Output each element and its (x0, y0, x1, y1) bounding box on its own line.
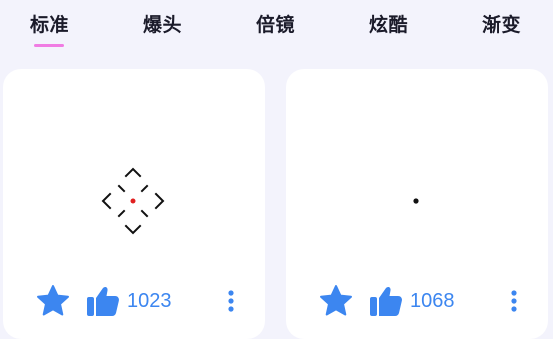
like-count: 1023 (127, 290, 172, 312)
favorite-button[interactable] (35, 283, 71, 319)
crosshair-dot-icon (413, 198, 419, 204)
tab-scope[interactable]: 倍镜 (256, 10, 295, 37)
more-vertical-icon (511, 290, 517, 312)
tab-headshot[interactable]: 爆头 (143, 10, 182, 37)
crosshair-card[interactable]: 1068 (286, 69, 548, 339)
more-vertical-icon (228, 290, 234, 312)
more-button[interactable] (502, 283, 526, 319)
star-icon (37, 285, 69, 316)
tab-cool[interactable]: 炫酷 (369, 10, 408, 37)
crosshair-diamond-icon (101, 167, 165, 235)
favorite-button[interactable] (318, 283, 354, 319)
card-actions: 1068 (286, 283, 548, 323)
more-button[interactable] (219, 283, 243, 319)
tab-standard[interactable]: 标准 (30, 10, 69, 37)
thumbs-up-icon (370, 286, 402, 316)
like-button[interactable] (368, 283, 404, 319)
crosshair-preview[interactable] (286, 69, 548, 279)
tab-gradient[interactable]: 渐变 (482, 10, 521, 37)
star-icon (320, 285, 352, 316)
thumbs-up-icon (87, 286, 119, 316)
tab-bar: 标准 爆头 倍镜 炫酷 渐变 (0, 0, 553, 52)
crosshair-card[interactable]: 1023 (3, 69, 265, 339)
card-actions: 1023 (3, 283, 265, 323)
like-button[interactable] (85, 283, 121, 319)
selected-tab-indicator (34, 44, 64, 47)
like-count: 1068 (410, 290, 455, 312)
crosshair-preview[interactable] (3, 69, 265, 279)
